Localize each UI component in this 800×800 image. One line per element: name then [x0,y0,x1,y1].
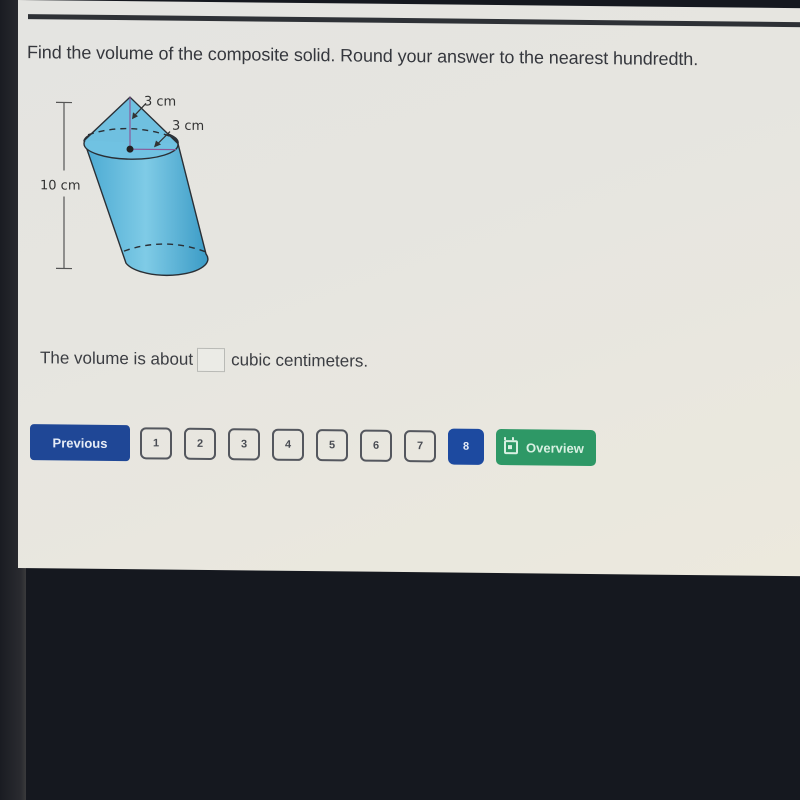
quiz-screen: Find the volume of the composite solid. … [18,0,800,577]
page-button-1[interactable]: 1 [140,427,172,460]
radius-label: 3 cm [172,119,204,134]
page-button-8-current[interactable]: 8 [448,428,484,465]
page-button-7[interactable]: 7 [404,430,436,463]
answer-sentence: The volume is about cubic centimeters. [40,346,368,373]
overview-label: Overview [526,439,584,456]
figure-svg: 10 cm 3 cm 3 cm [40,94,209,277]
overview-button[interactable]: Overview [496,429,596,467]
question-prompt: Find the volume of the composite solid. … [27,42,699,70]
cone-height-label: 3 cm [144,94,176,109]
calendar-icon [504,440,518,455]
page-button-4[interactable]: 4 [272,428,304,461]
page-button-6[interactable]: 6 [360,429,392,462]
page-button-2[interactable]: 2 [184,427,216,461]
page-button-5[interactable]: 5 [316,429,348,462]
question-navigation: Previous 1 2 3 4 5 6 7 8 Overview [30,424,596,467]
cylinder-height-label: 10 cm [40,178,80,193]
page-button-3[interactable]: 3 [228,428,260,461]
answer-prefix: The volume is about [40,348,194,369]
header-divider [28,14,800,28]
previous-button[interactable]: Previous [30,424,130,462]
answer-suffix: cubic centimeters. [231,350,369,371]
answer-input[interactable] [197,347,226,373]
composite-solid-figure: 10 cm 3 cm 3 cm [30,90,230,292]
